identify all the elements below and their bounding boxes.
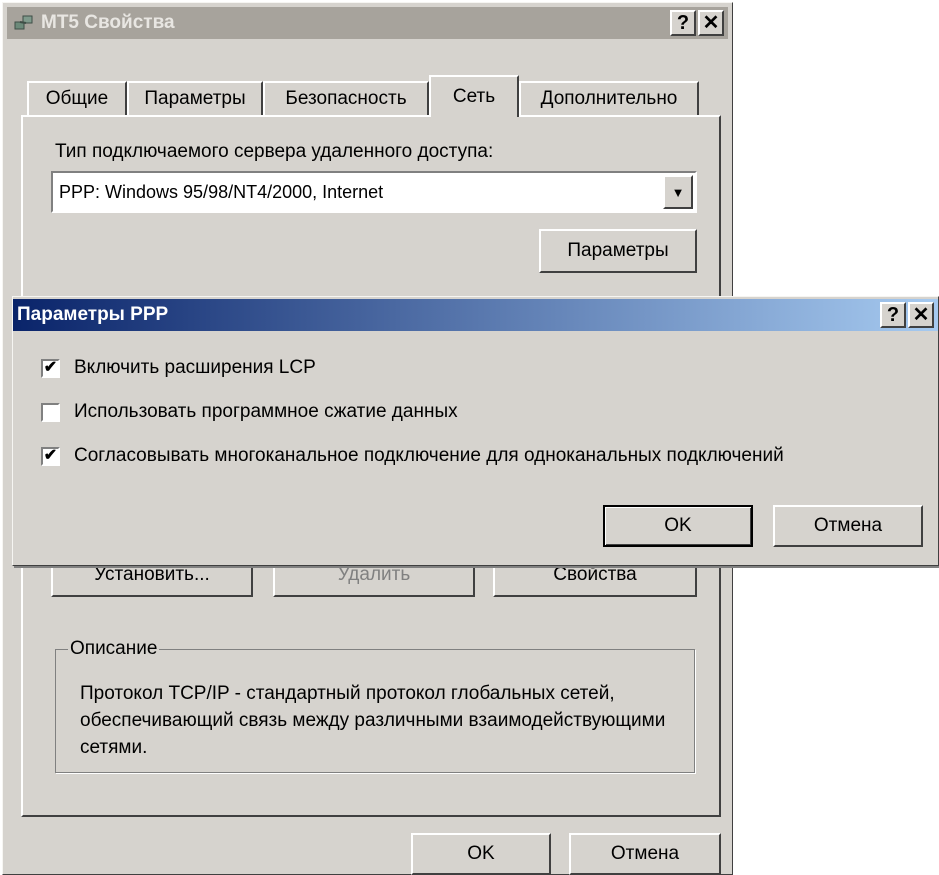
description-groupbox: Описание Протокол TCP/IP - стандартный п… bbox=[55, 638, 695, 773]
main-window-title: МТ5 Свойства bbox=[41, 12, 175, 33]
dialog-close-button[interactable]: ✕ bbox=[908, 302, 934, 328]
description-title: Описание bbox=[68, 638, 160, 660]
dialog-title: Параметры PPP bbox=[17, 304, 169, 325]
tab-general[interactable]: Общие bbox=[27, 81, 127, 115]
software-compression-label: Использовать программное сжатие данных bbox=[74, 401, 458, 422]
server-type-value: PPP: Windows 95/98/NT4/2000, Internet bbox=[59, 182, 384, 202]
tab-parameters[interactable]: Параметры bbox=[127, 81, 263, 115]
software-compression-checkbox[interactable] bbox=[41, 402, 60, 422]
multilink-label: Согласовывать многоканальное подключение… bbox=[74, 445, 784, 466]
option-software-compression[interactable]: Использовать программное сжатие данных bbox=[41, 401, 458, 423]
main-help-button[interactable]: ? bbox=[670, 10, 696, 36]
server-type-dropdown[interactable]: PPP: Windows 95/98/NT4/2000, Internet ▼ bbox=[51, 171, 697, 213]
checkmark-icon: ✔ bbox=[43, 447, 58, 464]
main-close-button[interactable]: ✕ bbox=[698, 10, 724, 36]
main-title-bar[interactable]: МТ5 Свойства ? ✕ bbox=[7, 7, 728, 39]
lcp-extensions-checkbox[interactable]: ✔ bbox=[41, 358, 60, 378]
close-icon: ✕ bbox=[702, 12, 720, 34]
dialog-help-button[interactable]: ? bbox=[880, 302, 906, 328]
dialog-cancel-button[interactable]: Отмена bbox=[773, 505, 923, 547]
description-text: Протокол TCP/IP - стандартный протокол г… bbox=[80, 683, 666, 758]
tab-advanced[interactable]: Дополнительно bbox=[519, 81, 699, 115]
checkmark-icon: ✔ bbox=[43, 359, 58, 376]
dialog-title-bar[interactable]: Параметры PPP ? ✕ bbox=[13, 299, 938, 331]
chevron-down-icon[interactable]: ▼ bbox=[663, 175, 693, 209]
main-ok-button[interactable]: OK bbox=[411, 833, 551, 875]
multilink-checkbox[interactable]: ✔ bbox=[41, 446, 60, 466]
tab-security[interactable]: Безопасность bbox=[263, 81, 429, 115]
settings-button[interactable]: Параметры bbox=[539, 229, 697, 273]
server-type-label: Тип подключаемого сервера удаленного дос… bbox=[55, 141, 494, 162]
help-icon: ? bbox=[676, 12, 690, 34]
dialog-ok-button[interactable]: OK bbox=[603, 505, 753, 547]
network-connection-icon bbox=[13, 12, 35, 34]
close-icon: ✕ bbox=[912, 304, 930, 326]
lcp-extensions-label: Включить расширения LCP bbox=[74, 357, 316, 378]
ppp-settings-dialog: Параметры PPP ? ✕ ✔ Включить расширения … bbox=[12, 296, 939, 566]
option-lcp-extensions[interactable]: ✔ Включить расширения LCP bbox=[41, 357, 316, 379]
tab-network[interactable]: Сеть bbox=[429, 75, 519, 117]
help-icon: ? bbox=[886, 304, 900, 326]
main-cancel-button[interactable]: Отмена bbox=[569, 833, 721, 875]
option-multilink[interactable]: ✔ Согласовывать многоканальное подключен… bbox=[41, 445, 784, 467]
